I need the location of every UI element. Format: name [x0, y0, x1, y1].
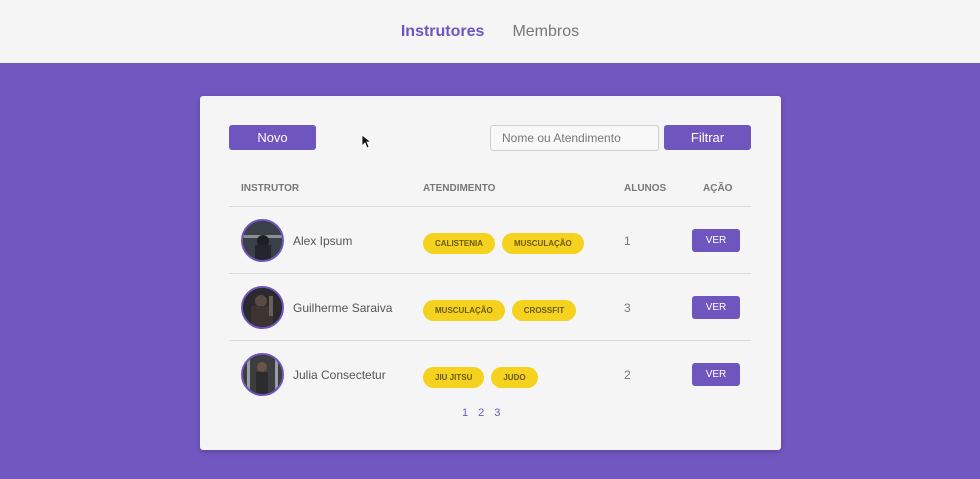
tag-badge: JUDO [491, 367, 538, 388]
table-row: Alex Ipsum CALISTENIA MUSCULAÇÃO 1 VER [229, 207, 751, 274]
avatar [241, 286, 284, 329]
search-input[interactable] [490, 125, 659, 151]
table-row: Guilherme Saraiva MUSCULAÇÃO CROSSFIT 3 … [229, 274, 751, 341]
header-students: ALUNOS [624, 183, 667, 194]
header-instructor: INSTRUTOR [241, 183, 300, 194]
avatar [241, 219, 284, 262]
tags: CALISTENIA MUSCULAÇÃO [423, 233, 584, 254]
pagination: 1 2 3 [462, 407, 500, 419]
tag-badge: MUSCULAÇÃO [502, 233, 584, 254]
tags: JIU JITSU JUDO [423, 367, 538, 388]
tag-badge: CROSSFIT [511, 300, 577, 321]
students-count: 3 [624, 301, 631, 315]
instructor-name: Julia Consectetur [293, 368, 386, 382]
top-nav: Instrutores Membros [0, 0, 980, 63]
nav-instructors-link[interactable]: Instrutores [401, 23, 485, 41]
page-link-1[interactable]: 1 [462, 407, 468, 419]
students-count: 1 [624, 234, 631, 248]
table-row: Julia Consectetur JIU JITSU JUDO 2 VER [229, 341, 751, 408]
instructor-name: Guilherme Saraiva [293, 301, 393, 315]
view-button[interactable]: VER [692, 296, 740, 319]
view-button[interactable]: VER [692, 229, 740, 252]
instructor-name: Alex Ipsum [293, 234, 353, 248]
new-button[interactable]: Novo [229, 125, 316, 150]
header-action: AÇÃO [703, 183, 733, 194]
tag-badge: JIU JITSU [423, 367, 485, 388]
tag-badge: MUSCULAÇÃO [423, 300, 505, 321]
page-link-3[interactable]: 3 [494, 407, 500, 419]
view-button[interactable]: VER [692, 363, 740, 386]
header-attendance: ATENDIMENTO [423, 183, 496, 194]
mouse-cursor-icon [361, 134, 373, 154]
tag-badge: CALISTENIA [423, 233, 495, 254]
nav-members-link[interactable]: Membros [512, 23, 579, 41]
instructors-card: Novo Filtrar INSTRUTOR ATENDIMENTO ALUNO… [200, 96, 781, 450]
table-header: INSTRUTOR ATENDIMENTO ALUNOS AÇÃO [229, 178, 751, 207]
tags: MUSCULAÇÃO CROSSFIT [423, 300, 577, 321]
page-link-2[interactable]: 2 [478, 407, 484, 419]
avatar [241, 353, 284, 396]
students-count: 2 [624, 368, 631, 382]
filter-button[interactable]: Filtrar [664, 125, 751, 150]
